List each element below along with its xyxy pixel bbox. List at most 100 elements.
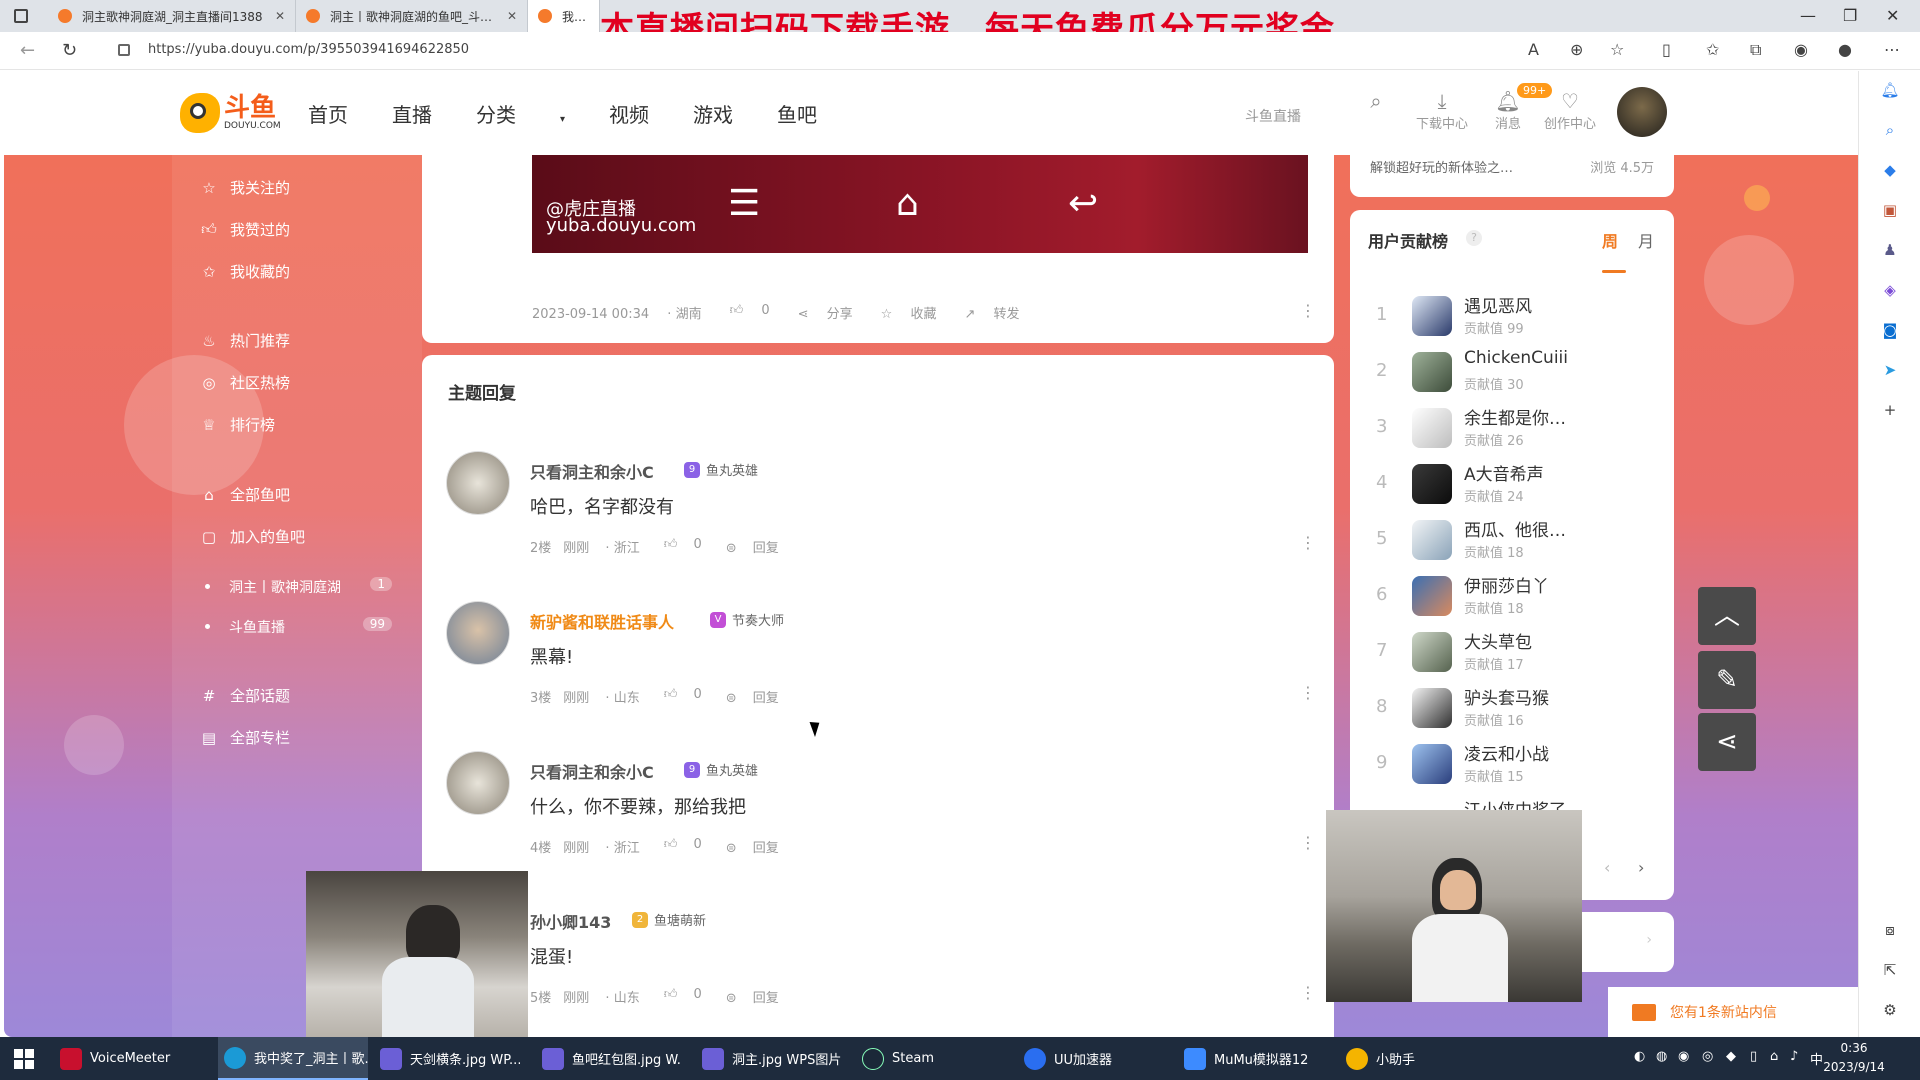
more-options-icon[interactable]: ⋮	[1300, 983, 1316, 1002]
split-screen-icon[interactable]: ▯	[1662, 40, 1671, 59]
next-page-icon[interactable]: ›	[1638, 858, 1644, 877]
outlook-icon[interactable]: ◙	[1859, 321, 1920, 339]
volume-icon[interactable]: ♪	[1790, 1049, 1798, 1064]
tray-douyu-icon[interactable]: ◐	[1634, 1049, 1645, 1064]
nav-category[interactable]: 分类 ▾	[476, 99, 565, 128]
collections-icon[interactable]: ⧉	[1750, 40, 1761, 60]
reply-author[interactable]: 只看洞主和余小C	[530, 759, 654, 783]
avatar[interactable]	[446, 751, 510, 815]
favorite-star-icon[interactable]: ☆	[1610, 40, 1624, 59]
system-clock[interactable]: 0:36 2023/9/14	[1812, 1039, 1896, 1077]
reply-like-button[interactable]: 👍︎ 0	[664, 837, 714, 856]
more-options-icon[interactable]: ⋮	[1300, 683, 1316, 702]
taskbar-item-voicemeeter[interactable]: VoiceMeeter	[56, 1037, 216, 1080]
reply-author[interactable]: 只看洞主和余小C	[530, 459, 654, 483]
nav-yuba[interactable]: 鱼吧	[777, 99, 817, 128]
close-icon[interactable]: ✕	[275, 9, 285, 23]
related-post-card[interactable]: 解锁超好玩的新体验之… 浏览 4.5万	[1350, 155, 1674, 197]
rank-item[interactable]: 8 驴头套马猴 贡献值 16	[1350, 684, 1674, 740]
close-icon[interactable]: ✕	[507, 9, 517, 23]
reply-author[interactable]: 孙小卿143	[530, 909, 611, 933]
avatar[interactable]	[446, 451, 510, 515]
back-to-top-button[interactable]: ︿	[1698, 587, 1756, 645]
sidebar-item-following[interactable]: ☆ 我关注的	[172, 177, 290, 198]
reply-button[interactable]: ⊜ 回复	[726, 837, 791, 856]
tray-battery-icon[interactable]: ▯	[1750, 1049, 1757, 1064]
rank-item[interactable]: 6 伊丽莎白丫 贡献值 18	[1350, 572, 1674, 628]
rank-item[interactable]: 2 ChickenCuiii 贡献值 30	[1350, 348, 1674, 404]
creator-center-button[interactable]: ♡ 创作中心	[1540, 89, 1600, 132]
url-field[interactable]: https://yuba.douyu.com/p/395503941694622…	[148, 42, 469, 57]
more-menu-icon[interactable]: ⋯	[1884, 40, 1900, 59]
tray-steam-icon[interactable]: ◉	[1678, 1049, 1689, 1064]
post-forward-button[interactable]: ↗ 转发	[964, 303, 1033, 322]
reply-button[interactable]: ⊜ 回复	[726, 537, 791, 556]
restore-icon[interactable]: ❐	[1843, 6, 1857, 25]
taskbar-item-assistant[interactable]: 小助手	[1346, 1037, 1466, 1080]
douyu-logo[interactable]: 斗鱼 DOUYU.COM	[180, 93, 281, 133]
extension-icon[interactable]: ◉	[1794, 40, 1808, 59]
external-link-icon[interactable]: ⇱	[1859, 961, 1920, 979]
reply-like-button[interactable]: 👍︎ 0	[664, 987, 714, 1006]
windows-start-icon[interactable]	[14, 1049, 34, 1069]
post-share-button[interactable]: ⋖ 分享	[798, 303, 867, 322]
reply-like-button[interactable]: 👍︎ 0	[664, 687, 714, 706]
taskbar-item-wps-3[interactable]: 洞主.jpg WPS图片	[702, 1037, 842, 1080]
taskbar-item-steam[interactable]: Steam	[862, 1037, 1002, 1080]
reload-icon[interactable]: ↻	[62, 40, 77, 61]
tab-month[interactable]: 月	[1638, 228, 1654, 252]
post-image[interactable]: @虎庄直播 yuba.douyu.com ☰ ⌂ ↩	[532, 155, 1308, 253]
tab-actions-icon[interactable]	[14, 9, 28, 23]
reply-button[interactable]: ⊜ 回复	[726, 687, 791, 706]
sidebar-item-all-yuba[interactable]: ⌂ 全部鱼吧	[172, 484, 290, 505]
help-icon[interactable]: ?	[1466, 230, 1482, 246]
sidebar-item-ranking[interactable]: ♕ 排行榜	[172, 414, 275, 435]
reply-author[interactable]: 新驴酱和联胜话事人	[530, 609, 674, 633]
taskbar-item-browser[interactable]: 我中奖了_洞主丨歌...	[218, 1037, 368, 1080]
nav-live[interactable]: 直播	[392, 99, 432, 128]
more-options-icon[interactable]: ⋮	[1300, 533, 1316, 552]
sidebar-item-collected[interactable]: ✩ 我收藏的	[172, 261, 290, 282]
lock-icon[interactable]	[118, 44, 130, 56]
gear-icon[interactable]: ⚙	[1859, 1001, 1920, 1019]
new-message-notice[interactable]: 您有1条新站内信	[1608, 987, 1858, 1037]
zoom-icon[interactable]: ⊕	[1570, 40, 1583, 59]
rank-item[interactable]: 5 西瓜、他很… 贡献值 18	[1350, 516, 1674, 572]
minimize-icon[interactable]: —	[1800, 6, 1816, 25]
favorites-icon[interactable]: ✩	[1706, 40, 1719, 59]
rank-item[interactable]: 9 凌云和小战 贡献值 15	[1350, 740, 1674, 796]
add-icon[interactable]: +	[1859, 401, 1920, 419]
browser-tab-2[interactable]: 洞主丨歌神洞庭湖的鱼吧_斗鱼鱼 ✕	[296, 0, 528, 32]
more-options-icon[interactable]: ⋮	[1300, 833, 1316, 852]
reply-like-button[interactable]: 👍︎ 0	[664, 537, 714, 556]
taskbar-item-wps-2[interactable]: 鱼吧红包图.jpg W...	[542, 1037, 682, 1080]
user-avatar[interactable]	[1617, 87, 1667, 137]
rank-item[interactable]: 1 遇见恶风 贡献值 99	[1350, 292, 1674, 348]
douyu-live-link[interactable]: 斗鱼直播	[1245, 106, 1301, 126]
rank-item[interactable]: 4 A大音希声 贡献值 24	[1350, 460, 1674, 516]
taskbar-item-wps-1[interactable]: 天剑横条.jpg WP...	[380, 1037, 520, 1080]
games-icon[interactable]: ♟	[1859, 241, 1920, 259]
browser-tab-3[interactable]: 我中奖了_洞	[528, 0, 600, 32]
profile-icon[interactable]: ●	[1838, 40, 1852, 59]
sidebar-item-hot[interactable]: ♨ 热门推荐	[172, 330, 290, 351]
search-button[interactable]: ⌕	[1346, 89, 1406, 113]
nav-video[interactable]: 视频	[609, 99, 649, 128]
screenshot-icon[interactable]: ⧇	[1859, 921, 1920, 939]
post-collect-button[interactable]: ☆ 收藏	[881, 303, 951, 322]
sidebar-item-joined-yuba[interactable]: ▢ 加入的鱼吧	[172, 526, 305, 547]
write-post-button[interactable]: ✎	[1698, 651, 1756, 709]
window-close-icon[interactable]: ✕	[1886, 6, 1899, 25]
office-icon[interactable]: ◈	[1859, 281, 1920, 299]
download-center-button[interactable]: ⤓ 下载中心	[1412, 89, 1472, 132]
read-aloud-icon[interactable]: A	[1528, 40, 1539, 59]
send-icon[interactable]: ➤	[1859, 361, 1920, 379]
nav-game[interactable]: 游戏	[693, 99, 733, 128]
sidebar-item-all-topics[interactable]: # 全部话题	[172, 685, 290, 706]
back-icon[interactable]: ←	[20, 40, 35, 61]
taskbar-item-mumu[interactable]: MuMu模拟器12	[1184, 1037, 1324, 1080]
search-icon[interactable]: ⌕	[1859, 121, 1920, 139]
network-icon[interactable]: ⌂	[1770, 1049, 1778, 1064]
bell-icon[interactable]: 🔔︎	[1859, 81, 1920, 99]
tag-icon[interactable]: ◆	[1859, 161, 1920, 179]
